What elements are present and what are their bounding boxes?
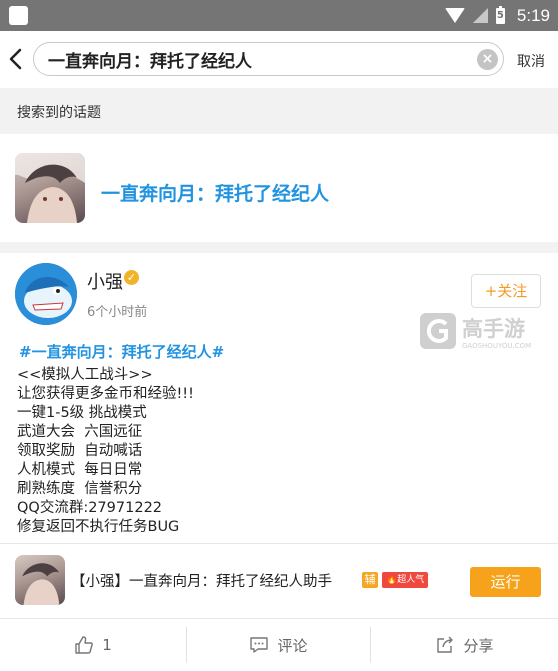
cancel-button[interactable]: 取消 xyxy=(517,51,545,71)
post-line: 武道大会 六国远征 xyxy=(17,424,143,440)
username[interactable]: 小强 xyxy=(87,268,123,294)
post-body: <<模拟人工战斗>> 让您获得更多金币和经验!!! 一键1-5级 挑战模式 武道… xyxy=(17,366,194,537)
fire-icon: 🔥 xyxy=(386,575,398,585)
topic-avatar xyxy=(15,153,85,223)
watermark-domain: GAOSHOUYOU.COM xyxy=(462,342,531,350)
post-line: 刷熟练度 信誉积分 xyxy=(17,481,143,497)
watermark-logo: 高手游 GAOSHOUYOU.COM xyxy=(420,310,546,352)
hot-badge: 🔥超人气 xyxy=(382,572,429,588)
post-card: 小强 ✓ 6个小时前 +关注 高手游 GAOSHOUYOU.COM #一直奔向月… xyxy=(0,253,558,543)
status-bar: 5 5:19 xyxy=(0,0,558,31)
battery-icon: 5 xyxy=(495,5,505,24)
post-line: 一键1-5级 挑战模式 xyxy=(17,405,147,421)
post-line: 人机模式 每日日常 xyxy=(17,462,143,478)
search-box[interactable]: × xyxy=(33,42,504,76)
topic-result[interactable]: 一直奔向月：拜托了经纪人 xyxy=(0,134,558,242)
post-line: QQ交流群:27971222 xyxy=(17,500,163,516)
post-line: 修复返回不执行任务BUG xyxy=(17,519,180,535)
post-line: <<模拟人工战斗>> xyxy=(17,367,153,383)
action-bar: 1 评论 分享 xyxy=(0,618,558,671)
assist-badge: 辅 xyxy=(362,572,378,588)
share-icon xyxy=(437,636,454,653)
comment-icon xyxy=(250,637,269,653)
wifi-icon xyxy=(444,8,465,23)
share-button[interactable]: 分享 xyxy=(371,619,558,671)
section-label: 搜索到的话题 xyxy=(17,105,101,121)
post-line: 领取奖励 自动喊话 xyxy=(17,443,143,459)
avatar[interactable] xyxy=(15,263,77,325)
like-count: 1 xyxy=(102,636,112,654)
search-header: × 取消 xyxy=(0,31,558,88)
post-line: 让您获得更多金币和经验!!! xyxy=(17,386,194,402)
post-hashtag[interactable]: #一直奔向月：拜托了经纪人# xyxy=(19,341,224,362)
cell-signal-icon xyxy=(472,8,488,23)
search-input[interactable] xyxy=(48,47,468,71)
chevron-left-icon xyxy=(9,48,22,70)
like-button[interactable]: 1 xyxy=(0,619,186,671)
comment-label: 评论 xyxy=(277,636,308,655)
hot-badge-label: 超人气 xyxy=(397,575,425,585)
clock: 5:19 xyxy=(516,5,550,25)
run-button[interactable]: 运行 xyxy=(470,567,541,597)
follow-button[interactable]: +关注 xyxy=(471,274,541,308)
clear-icon[interactable]: × xyxy=(477,49,498,70)
verified-icon: ✓ xyxy=(124,270,139,285)
share-label: 分享 xyxy=(463,636,494,655)
topic-title: 一直奔向月：拜托了经纪人 xyxy=(101,183,330,205)
back-button[interactable] xyxy=(5,45,29,73)
watermark-brand: 高手游 xyxy=(462,317,525,341)
game-icon xyxy=(15,555,65,605)
post-time: 6个小时前 xyxy=(87,305,148,320)
game-row[interactable]: 【小强】一直奔向月：拜托了经纪人助手 辅 🔥超人气 运行 xyxy=(0,543,558,618)
comment-button[interactable]: 评论 xyxy=(187,619,370,671)
status-icons: 5 5:19 xyxy=(444,0,550,31)
notification-icon xyxy=(9,6,28,25)
thumbs-up-icon xyxy=(75,636,94,654)
game-title: 【小强】一直奔向月：拜托了经纪人助手 xyxy=(71,574,332,590)
